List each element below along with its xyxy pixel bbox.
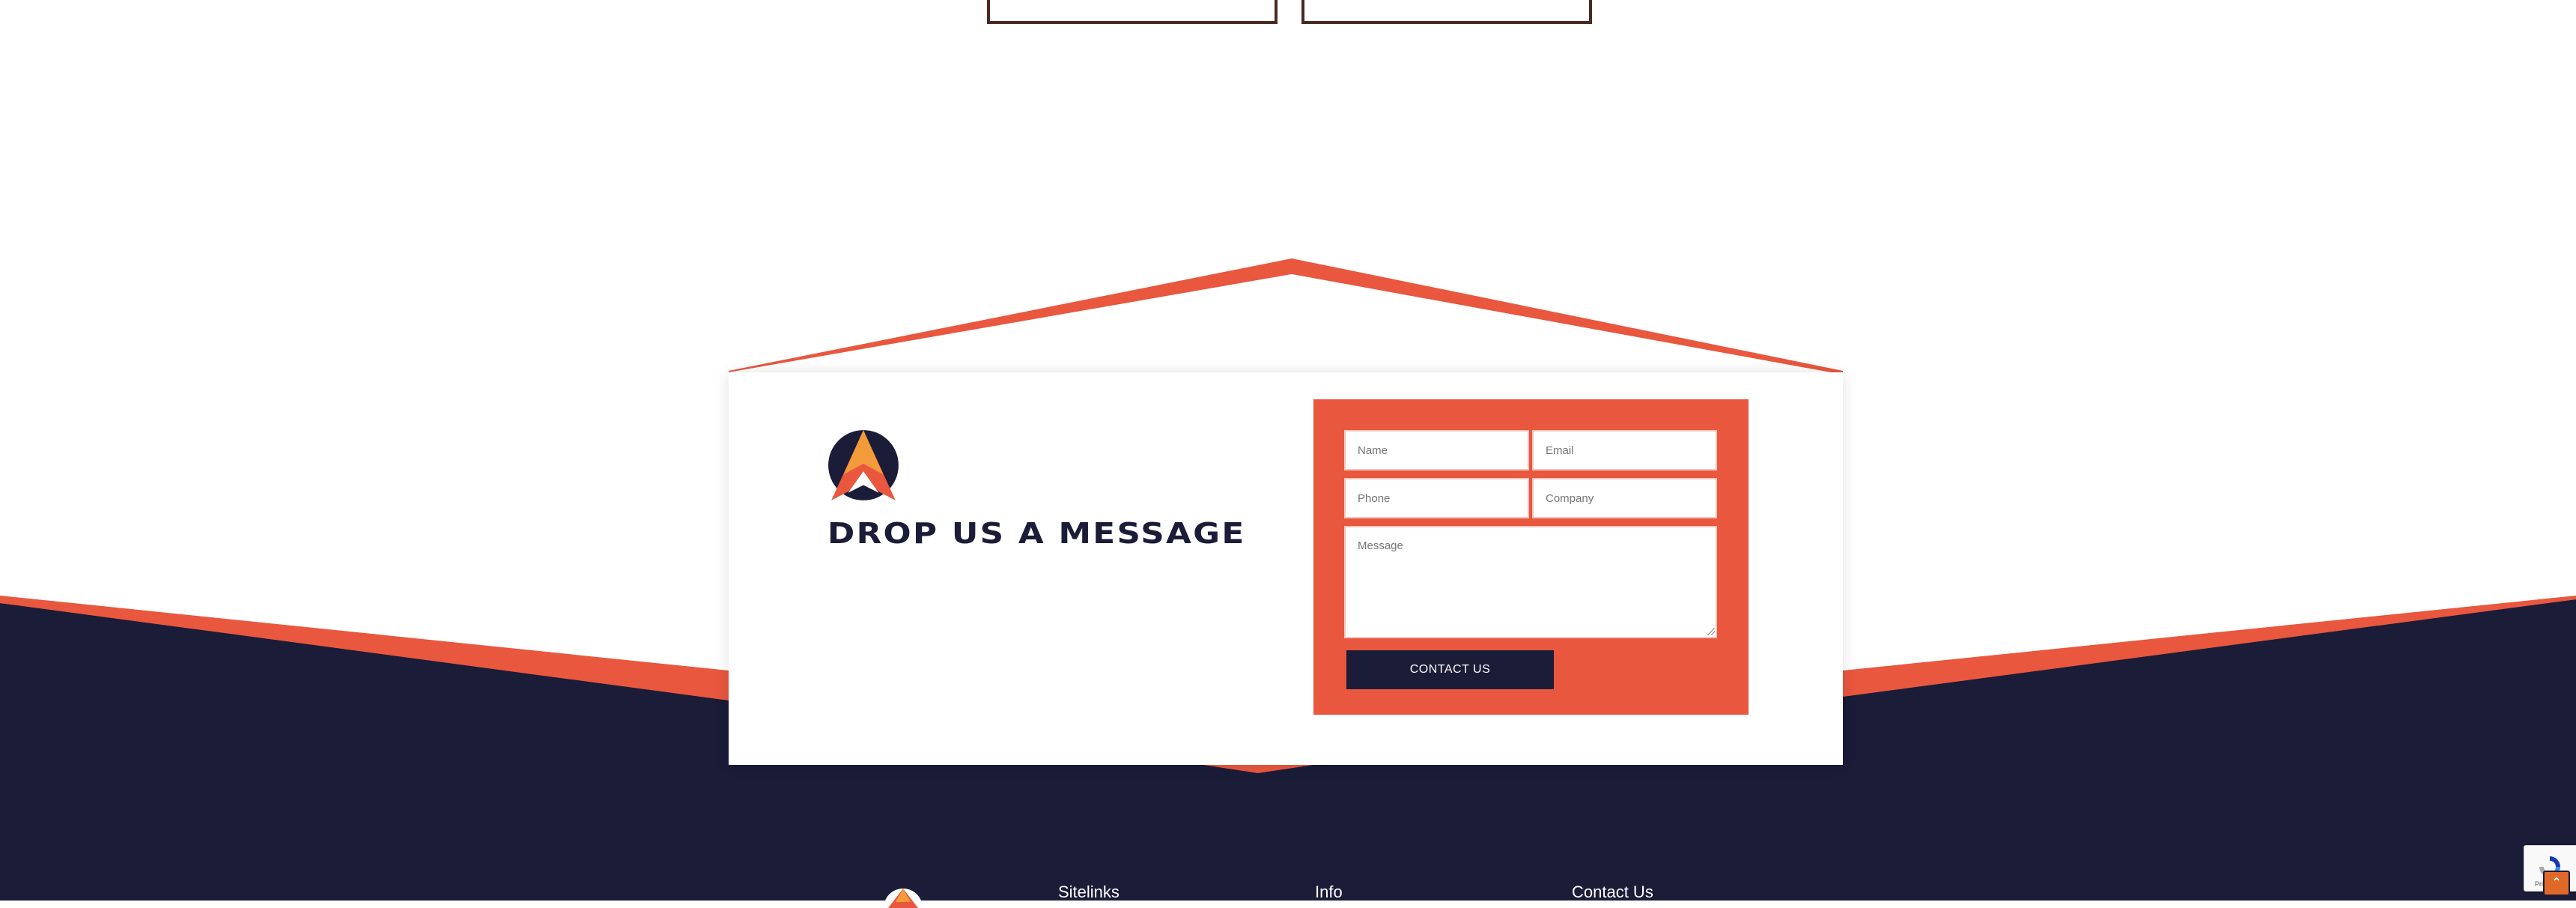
contact-heading: DROP US A MESSAGE — [827, 517, 1246, 550]
chevron-up-icon[interactable]: ⌃ — [2543, 871, 2570, 896]
email-input[interactable] — [1532, 430, 1717, 470]
roof-fill — [729, 274, 1843, 375]
footer-info-heading: Info — [1315, 883, 1343, 901]
message-textarea[interactable] — [1344, 526, 1717, 638]
textarea-resize-handle[interactable] — [1707, 628, 1715, 635]
footer-logo-icon — [884, 889, 923, 908]
contact-us-button[interactable]: CONTACT US — [1346, 650, 1554, 689]
footer-sitelinks-heading: Sitelinks — [1058, 883, 1120, 901]
company-input[interactable] — [1532, 478, 1717, 518]
brand-logo-icon — [828, 430, 899, 500]
phone-input[interactable] — [1344, 478, 1529, 518]
name-input[interactable] — [1344, 430, 1529, 470]
footer-contact-heading: Contact Us — [1572, 883, 1653, 901]
